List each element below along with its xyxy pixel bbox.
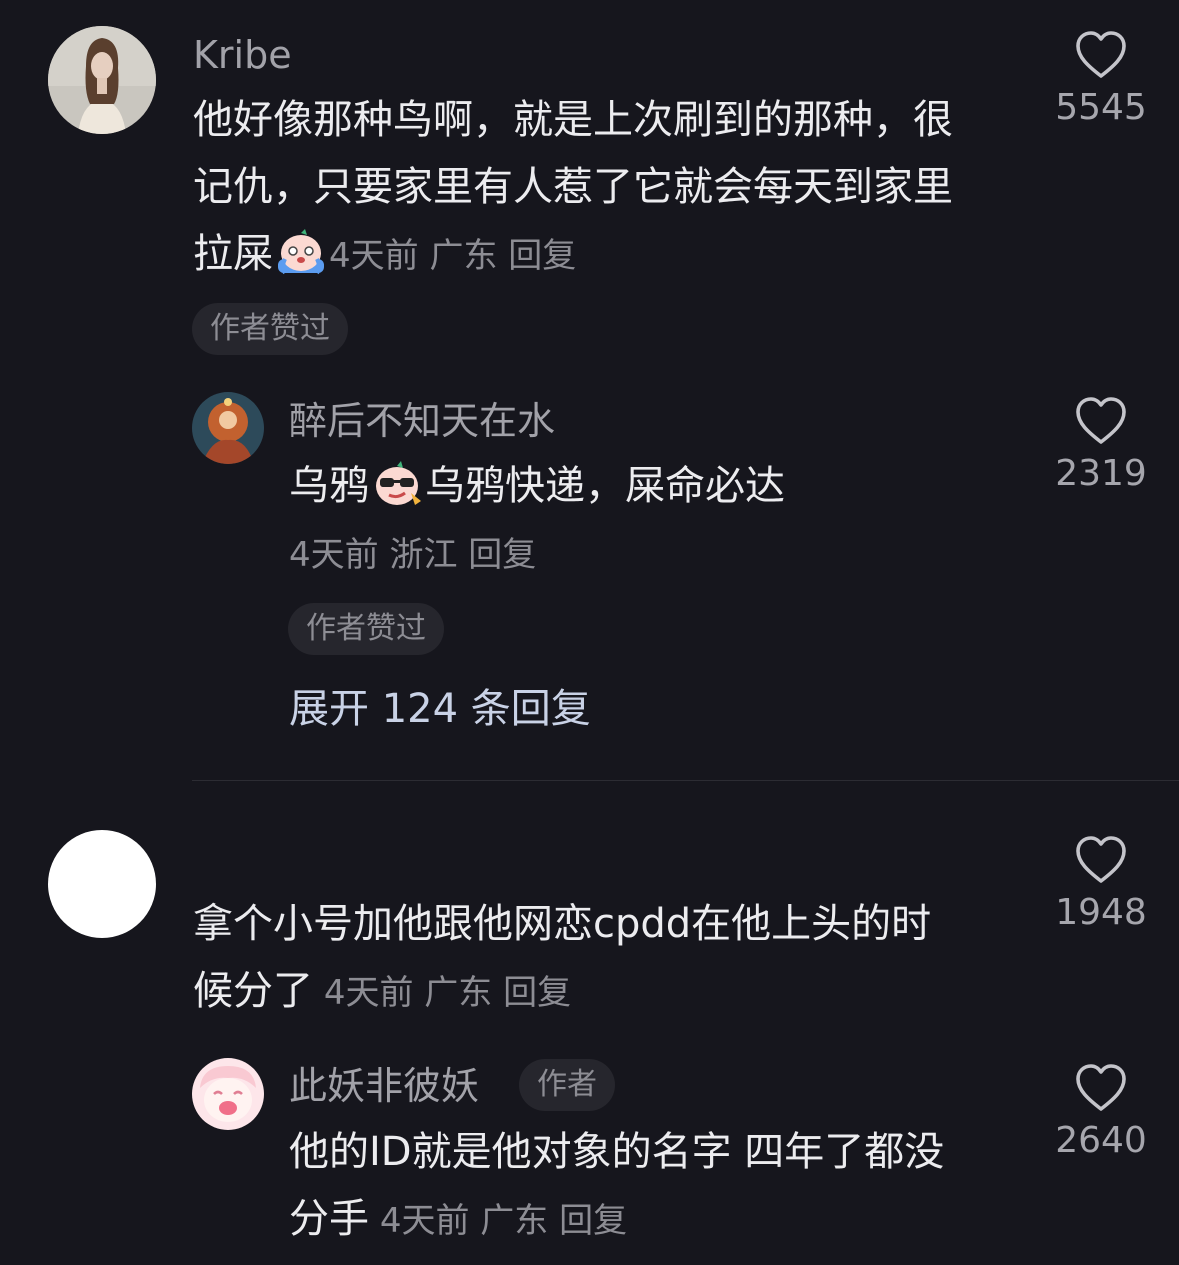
- comment-text-line: 记仇，只要家里有人惹了它就会每天到家里: [193, 164, 953, 210]
- like-button[interactable]: 2640: [1051, 1063, 1151, 1163]
- reply-username[interactable]: 此妖非彼妖: [289, 1063, 479, 1109]
- avatar[interactable]: [48, 26, 156, 134]
- comment-text: 拉屎: [193, 231, 273, 277]
- like-button[interactable]: 2319: [1051, 396, 1151, 496]
- author-liked-badge: 作者赞过: [192, 303, 348, 355]
- reply-text: 乌鸦快递，屎命必达: [425, 463, 785, 509]
- comment-text-line: 他好像那种鸟啊，就是上次刷到的那种，很: [193, 97, 953, 143]
- reply-location: 广东: [480, 1201, 549, 1241]
- reply-meta: 4天前 浙江 回复: [289, 533, 536, 577]
- expand-replies-button[interactable]: 展开 124 条回复: [289, 684, 591, 734]
- reply-button[interactable]: 回复: [468, 535, 536, 575]
- reply-last-line: 分手 4天前 广东 回复: [289, 1194, 627, 1246]
- crying-face-emoji: [275, 229, 327, 287]
- heart-outline-icon: [1076, 1064, 1126, 1111]
- reply-time: 4天前: [289, 535, 379, 575]
- reply-username[interactable]: 醉后不知天在水: [289, 398, 555, 444]
- heart-outline-icon: [1076, 836, 1126, 883]
- reply-text-line: 乌鸦 乌鸦快递，屎命必达: [289, 461, 785, 519]
- comment-time: 4天前: [323, 973, 414, 1013]
- comment-location: 广东: [424, 973, 493, 1013]
- avatar[interactable]: [48, 830, 156, 938]
- author-tag: 作者: [519, 1059, 615, 1111]
- comment-divider: [192, 780, 1179, 781]
- comment-text-line: 拿个小号加他跟他网恋cpdd在他上头的时: [193, 901, 932, 947]
- reply-text: 分手: [289, 1196, 369, 1242]
- heart-outline-icon: [1076, 31, 1126, 78]
- comment-list: Kribe 他好像那种鸟啊，就是上次刷到的那种，很 记仇，只要家里有人惹了它就会…: [0, 0, 1179, 1265]
- reply-time: 4天前: [379, 1201, 470, 1241]
- reply-location: 浙江: [389, 535, 458, 575]
- comment-last-line: 候分了 4天前 广东 回复: [193, 966, 571, 1018]
- comment-username[interactable]: Kribe: [193, 32, 292, 78]
- avatar[interactable]: [192, 1058, 264, 1130]
- like-button[interactable]: 5545: [1051, 30, 1151, 130]
- reply-button[interactable]: 回复: [508, 236, 576, 276]
- author-liked-badge: 作者赞过: [288, 603, 444, 655]
- reply-button[interactable]: 回复: [559, 1201, 627, 1241]
- heart-outline-icon: [1076, 397, 1126, 444]
- reply-text: 乌鸦: [289, 463, 369, 509]
- reply-text-line: 他的ID就是他对象的名字 四年了都没: [289, 1129, 945, 1175]
- reply-button[interactable]: 回复: [503, 973, 571, 1013]
- like-count: 2319: [1055, 453, 1147, 494]
- comment-location: 广东: [429, 236, 498, 276]
- like-button[interactable]: 1948: [1051, 835, 1151, 935]
- comment-last-line: 拉屎 4天前 广东 回复: [193, 229, 576, 287]
- like-count: 5545: [1055, 87, 1147, 128]
- like-count: 1948: [1055, 892, 1147, 933]
- like-count: 2640: [1055, 1120, 1147, 1161]
- cool-sunglasses-emoji: [371, 461, 423, 519]
- comment-time: 4天前: [329, 236, 419, 276]
- avatar[interactable]: [192, 392, 264, 464]
- comment-text: 候分了: [193, 968, 313, 1014]
